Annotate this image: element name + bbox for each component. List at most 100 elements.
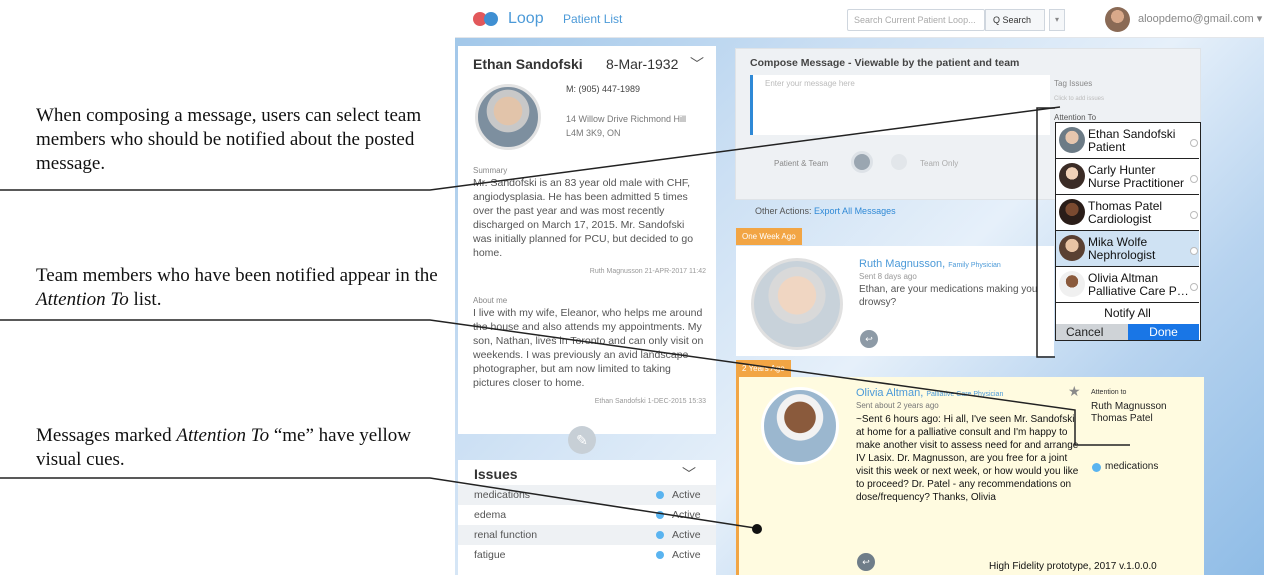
picker-member[interactable]: Thomas Patel Cardiologist xyxy=(1056,195,1199,231)
select-radio[interactable] xyxy=(1190,283,1198,291)
other-actions-label: Other Actions: xyxy=(755,206,812,216)
audience-team-only-label: Team Only xyxy=(920,159,959,168)
avatar xyxy=(761,387,839,465)
done-button[interactable]: Done xyxy=(1128,324,1199,340)
user-avatar[interactable] xyxy=(1105,7,1130,32)
caption-attention-list: Team members who have been notified appe… xyxy=(36,265,438,310)
edit-button[interactable]: ✎ xyxy=(568,426,596,454)
message-text: Ethan, are your medications making you d… xyxy=(859,284,1038,308)
tag-dot-icon xyxy=(1092,463,1101,472)
chevron-down-icon[interactable]: ﹀ xyxy=(690,54,704,74)
avatar xyxy=(1059,199,1085,225)
sender-name[interactable]: Olivia Altman, Palliative Care Physician xyxy=(856,387,1003,399)
select-radio[interactable] xyxy=(1190,211,1198,219)
select-radio[interactable] xyxy=(1190,247,1198,255)
cancel-button[interactable]: Cancel xyxy=(1056,324,1128,340)
nav-patient-list[interactable]: Patient List xyxy=(563,12,622,26)
issue-name: fatigue xyxy=(474,549,506,561)
sender-role: Family Physician xyxy=(948,262,1001,269)
sent-time: Sent about 2 years ago xyxy=(856,401,939,410)
top-bar: Loop Patient List Search Current Patient… xyxy=(455,0,1264,38)
sender-name[interactable]: Ruth Magnusson, Family Physician xyxy=(859,258,1001,270)
compose-title: Compose Message - Viewable by the patien… xyxy=(750,57,1020,69)
attention-to-label: Attention To xyxy=(1054,113,1097,122)
star-icon[interactable]: ★ xyxy=(1068,383,1081,400)
export-all-messages-link[interactable]: Export All Messages xyxy=(814,206,896,216)
attention-to-name: Ruth Magnusson xyxy=(1091,401,1167,412)
other-actions: Other Actions: Export All Messages xyxy=(755,206,896,216)
status-dot-icon xyxy=(656,511,664,519)
patient-card: Ethan Sandofski 8-Mar-1932 ﹀ M: (905) 44… xyxy=(458,46,716,434)
tag-issues-label: Tag Issues xyxy=(1054,79,1093,88)
summary-text: Mr. Sandofski is an 83 year old male wit… xyxy=(473,177,694,259)
avatar xyxy=(1059,235,1085,261)
patient-name: Ethan Sandofski xyxy=(473,56,583,72)
search-input[interactable]: Search Current Patient Loop... xyxy=(847,9,985,31)
reply-icon[interactable]: ↩ xyxy=(860,330,878,348)
logo-text[interactable]: Loop xyxy=(508,10,544,28)
status-dot-icon xyxy=(656,551,664,559)
patient-phone: M: (905) 447-1989 xyxy=(566,84,641,94)
issue-row[interactable]: medications Active xyxy=(458,485,716,505)
footer-note: High Fidelity prototype, 2017 v.1.0.0.0 xyxy=(987,561,1159,572)
issue-status: Active xyxy=(672,509,701,521)
member-role: Palliative Care Physician xyxy=(1088,284,1192,298)
caption-yellow-cues: Messages marked Attention To “me” have y… xyxy=(36,425,411,470)
issue-tag[interactable]: medications xyxy=(1105,461,1158,472)
patient-dob: 8-Mar-1932 xyxy=(606,56,679,72)
member-role: Nurse Practitioner xyxy=(1088,176,1185,190)
reply-icon[interactable]: ↩ xyxy=(857,553,875,571)
avatar xyxy=(1059,271,1085,297)
member-name: Carly Hunter xyxy=(1088,163,1156,177)
issue-row[interactable]: renal function Active xyxy=(458,525,716,545)
status-dot-icon xyxy=(656,491,664,499)
issue-status: Active xyxy=(672,549,701,561)
issue-status: Active xyxy=(672,529,701,541)
issues-card: Issues ﹀ medications Active edema Active… xyxy=(458,460,716,575)
issue-name: medications xyxy=(474,489,531,501)
message-card: Ruth Magnusson, Family Physician Sent 8 … xyxy=(736,246,1054,356)
select-radio[interactable] xyxy=(1190,139,1198,147)
notify-all-button[interactable]: Notify All xyxy=(1056,303,1199,323)
picker-member[interactable]: Olivia Altman Palliative Care Physician xyxy=(1056,267,1199,303)
logo-icon xyxy=(473,12,503,26)
summary-signature: Ruth Magnusson 21-APR-2017 11:42 xyxy=(589,268,706,275)
chevron-down-icon[interactable]: ﹀ xyxy=(682,464,696,484)
member-role: Cardiologist xyxy=(1088,212,1152,226)
avatar xyxy=(1059,127,1085,153)
summary-label: Summary xyxy=(473,166,508,175)
attention-to-picker: Ethan Sandofski Patient Carly Hunter Nur… xyxy=(1055,122,1201,341)
tag-issues-input[interactable]: Click to add issues xyxy=(1054,96,1104,102)
message-text: ~Sent 6 hours ago: Hi all, I've seen Mr.… xyxy=(856,414,1079,503)
avatar xyxy=(751,258,843,350)
issue-row[interactable]: fatigue Active xyxy=(458,545,716,565)
time-badge: 2 Years Ago xyxy=(736,360,791,377)
issue-row[interactable]: edema Active xyxy=(458,505,716,525)
picker-member[interactable]: Mika Wolfe Nephrologist xyxy=(1056,231,1199,267)
avatar xyxy=(1059,163,1085,189)
attention-to-label: Attention to xyxy=(1091,389,1127,396)
search-dropdown-button[interactable]: ▾ xyxy=(1049,9,1065,31)
picker-member[interactable]: Ethan Sandofski Patient xyxy=(1056,123,1199,159)
picker-member[interactable]: Carly Hunter Nurse Practitioner xyxy=(1056,159,1199,195)
caption-compose: When composing a message, users can sele… xyxy=(36,105,422,174)
audience-team-only-toggle[interactable] xyxy=(888,151,910,173)
user-menu[interactable]: aloopdemo@gmail.com ▾ xyxy=(1138,12,1262,25)
time-badge: One Week Ago xyxy=(736,228,802,245)
issues-title: Issues xyxy=(474,466,518,482)
search-button[interactable]: Q Search xyxy=(985,9,1045,31)
patient-avatar xyxy=(475,84,541,150)
member-role: Patient xyxy=(1088,140,1126,154)
patient-address: 14 Willow Drive Richmond Hill L4M 3K9, O… xyxy=(566,114,687,138)
message-input[interactable]: Enter your message here xyxy=(750,75,1050,135)
attention-to-name: Thomas Patel xyxy=(1091,413,1153,424)
audience-patient-team-toggle[interactable] xyxy=(851,151,873,173)
select-radio[interactable] xyxy=(1190,175,1198,183)
app-window: Loop Patient List Search Current Patient… xyxy=(455,0,1264,575)
about-signature: Ethan Sandofski 1-DEC-2015 15:33 xyxy=(594,398,706,405)
sent-time: Sent 8 days ago xyxy=(859,272,917,281)
issue-name: edema xyxy=(474,509,507,521)
member-name: Ethan Sandofski xyxy=(1088,127,1176,141)
audience-patient-team-label: Patient & Team xyxy=(774,159,829,168)
member-role: Nephrologist xyxy=(1088,248,1156,262)
